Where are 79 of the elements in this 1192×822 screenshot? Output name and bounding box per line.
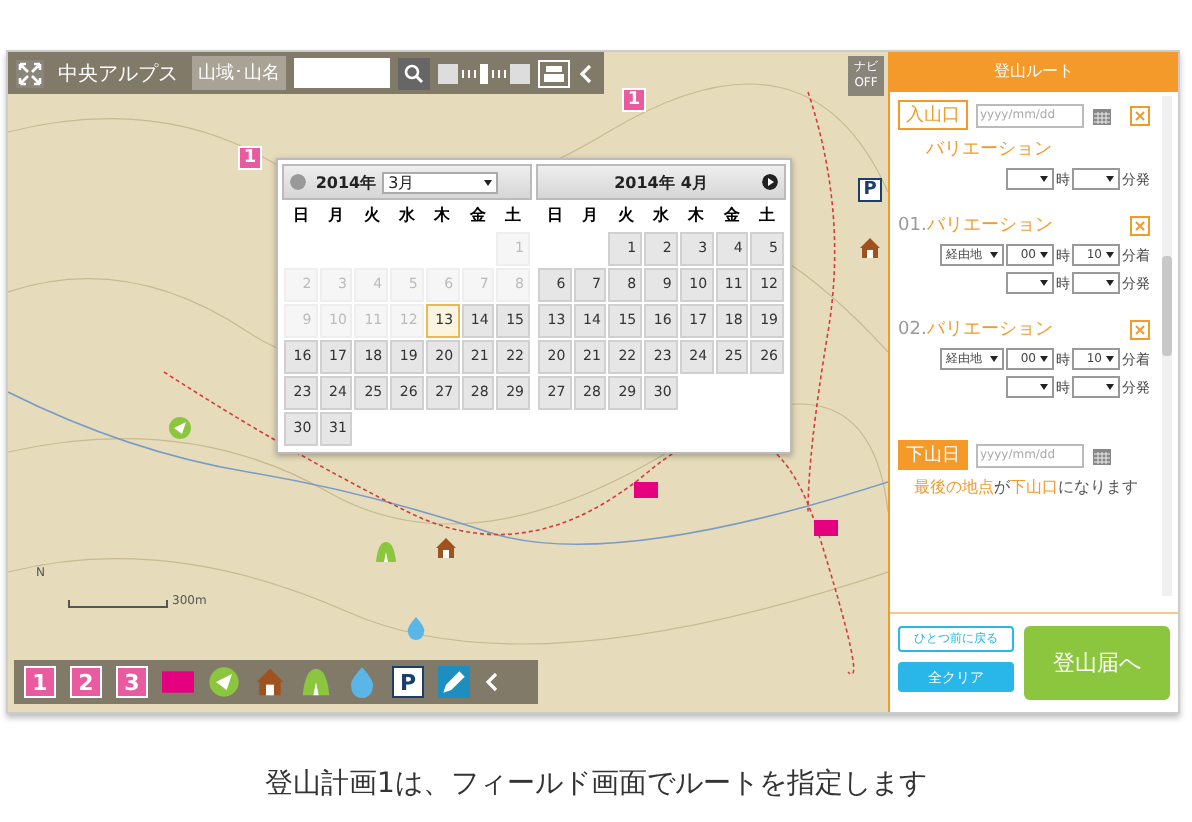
waypoint-heading: 01.バリエーション [898, 214, 1053, 238]
caret-icon [1106, 176, 1114, 182]
variation-heading: バリエーション [924, 138, 1054, 162]
caret-icon [990, 252, 998, 258]
weekday-label: 木 [685, 204, 707, 228]
caret-icon [484, 179, 493, 185]
weekday-label: 金 [721, 204, 742, 228]
parking-marker-icon[interactable]: P [858, 178, 882, 202]
caret-icon [1040, 176, 1048, 182]
area-name: 中央アルプス [56, 61, 180, 87]
next-month-icon[interactable] [762, 174, 778, 190]
caret-icon [1040, 252, 1048, 258]
zoom-out-icon[interactable] [438, 63, 458, 83]
end-date-label: 下山日 [898, 440, 968, 470]
scrollbar[interactable] [1162, 96, 1172, 596]
water-drop-marker-icon[interactable] [346, 666, 378, 698]
print-icon[interactable] [538, 59, 570, 87]
year-label: 2014年 [614, 171, 675, 193]
arrow-marker-icon[interactable] [208, 666, 240, 698]
calendar-icon[interactable] [1092, 105, 1112, 125]
weekday-label: 土 [503, 204, 524, 228]
month-label: 4月 [680, 171, 708, 193]
flag-marker-icon[interactable] [634, 478, 658, 502]
weekday-label: 土 [757, 204, 778, 228]
house-marker-icon[interactable] [254, 666, 286, 698]
collapse-chevron-icon[interactable] [578, 63, 594, 83]
weekday-label: 日 [290, 204, 311, 228]
start-point-label: 入山口 [898, 100, 968, 130]
scale-bar-icon [68, 600, 168, 608]
weekday-label: 金 [467, 204, 488, 228]
caret-icon [1040, 384, 1048, 390]
dropdown[interactable] [1072, 272, 1120, 294]
search-field[interactable] [294, 58, 390, 88]
caption-text: 登山計画1は、フィールド画面でルートを指定します [263, 766, 929, 802]
weekday-label: 日 [544, 204, 565, 228]
caret-icon [1040, 356, 1048, 362]
flag-marker-icon[interactable] [814, 516, 838, 540]
arrow-marker-icon[interactable] [168, 416, 192, 440]
dropdown[interactable] [1006, 272, 1054, 294]
caret-icon [1106, 252, 1114, 258]
previous-month-icon[interactable] [290, 174, 306, 190]
weekday-label: 火 [615, 204, 636, 228]
close-icon[interactable] [1130, 105, 1150, 125]
calendar-icon[interactable] [1092, 445, 1112, 465]
zoom-slider-thumb[interactable] [480, 63, 488, 83]
zoom-in-icon[interactable] [510, 63, 530, 83]
panel-title: 登山ルート [890, 52, 1178, 92]
collapse-chevron-icon[interactable] [484, 672, 500, 692]
weekday-label: 水 [396, 204, 417, 228]
dropdown[interactable] [1006, 376, 1054, 398]
caret-icon [1106, 280, 1114, 286]
flag-marker-icon[interactable] [162, 666, 194, 698]
year-label: 2014年 [315, 171, 377, 193]
pen-marker-icon[interactable] [438, 666, 470, 698]
tent-marker-icon[interactable] [300, 666, 332, 698]
weekday-label: 月 [580, 204, 601, 228]
parking-marker-icon[interactable]: P [392, 666, 424, 698]
weekday-label: 月 [326, 204, 347, 228]
weekday-label: 水 [650, 204, 671, 228]
caret-icon [1106, 356, 1114, 362]
weekday-label: 木 [431, 204, 453, 228]
house-marker-icon[interactable] [858, 236, 882, 260]
caret-icon [1040, 280, 1048, 286]
dropdown[interactable] [1072, 168, 1120, 190]
dropdown[interactable] [1072, 376, 1120, 398]
dropdown[interactable] [1006, 168, 1054, 190]
month-dropdown[interactable]: 3月 [382, 171, 499, 193]
water-drop-marker-icon[interactable] [404, 616, 428, 640]
house-marker-icon[interactable] [434, 536, 458, 560]
caret-icon [990, 356, 998, 362]
expand-icon[interactable] [16, 59, 44, 87]
note-text: 最後の地点が下山口になります [912, 476, 1140, 498]
tent-marker-icon[interactable] [374, 540, 398, 564]
waypoint-heading: 02.バリエーション [898, 318, 1053, 342]
close-icon[interactable] [1130, 319, 1150, 339]
caret-icon [1106, 384, 1114, 390]
search-icon[interactable] [398, 57, 430, 89]
close-icon[interactable] [1130, 215, 1150, 235]
weekday-label: 火 [361, 204, 382, 228]
